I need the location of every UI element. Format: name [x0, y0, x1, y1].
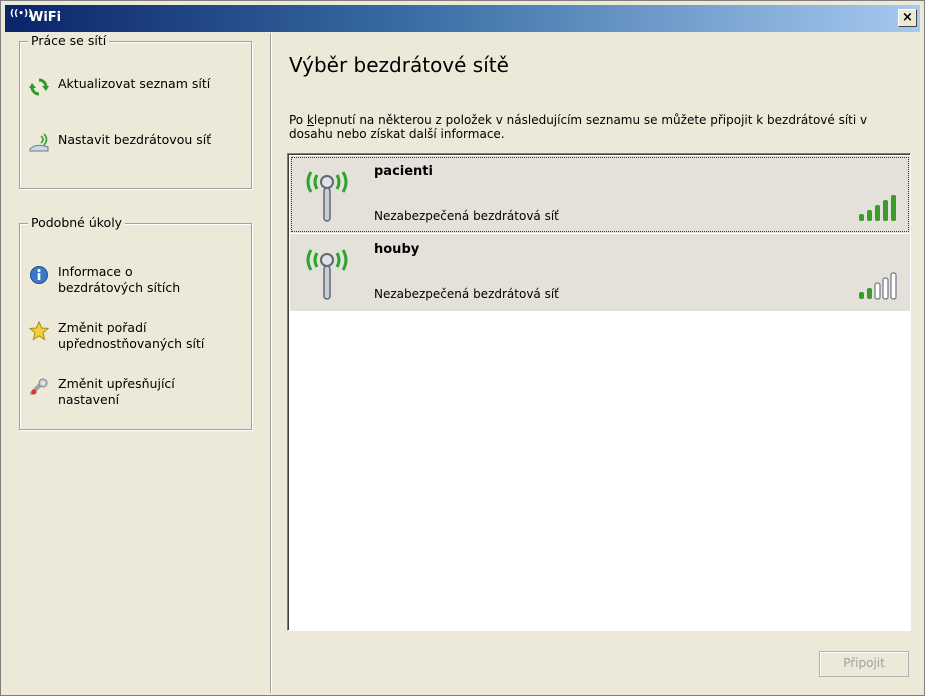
instructions-text: Po klepnutí na některou z položek v násl…: [289, 113, 909, 141]
signal-strength-icon: [859, 195, 896, 221]
refresh-network-list-label: Aktualizovat seznam sítí: [58, 76, 211, 91]
wifi-window: ((•)) WiFi × Práce se sítí Aktualizovat …: [0, 0, 925, 696]
title-bar[interactable]: ((•)) WiFi ×: [5, 5, 920, 32]
wireless-info-label-line2: bezdrátových sítích: [58, 280, 181, 295]
change-preferred-order-label-line2: upřednostňovaných sítí: [58, 336, 205, 351]
related-tasks-title: Podobné úkoly: [28, 215, 126, 230]
network-tasks-group: Práce se sítí Aktualizovat seznam sítí N…: [19, 33, 252, 189]
instructions-rest: lepnutí na některou z položek v následuj…: [289, 113, 868, 141]
pane-divider: [270, 33, 272, 693]
setup-wireless-network-label: Nastavit bezdrátovou síť: [58, 132, 212, 147]
network-list[interactable]: pacienti Nezabezpečená bezdrátová síť ho…: [287, 153, 911, 631]
connect-button[interactable]: Připojit: [819, 651, 909, 677]
related-tasks-group: Podobné úkoly Informace o bezdrátových s…: [19, 215, 252, 430]
network-item-houby[interactable]: houby Nezabezpečená bezdrátová síť: [290, 234, 910, 311]
network-security-status: Nezabezpečená bezdrátová síť: [374, 287, 559, 301]
signal-strength-icon: [859, 272, 897, 300]
window-title: WiFi: [29, 10, 62, 25]
wireless-setup-icon: [28, 132, 50, 154]
change-advanced-settings-task[interactable]: Změnit upřesňující nastavení: [28, 376, 175, 408]
star-icon: [28, 320, 50, 342]
change-advanced-settings-label-line1: Změnit upřesňující: [58, 376, 175, 391]
network-name: pacienti: [374, 164, 433, 179]
change-advanced-settings-label-line2: nastavení: [58, 392, 120, 407]
instructions-access-key: k: [306, 113, 314, 127]
wireless-antenna-icon: [306, 249, 348, 300]
wireless-info-task[interactable]: Informace o bezdrátových sítích: [28, 264, 180, 296]
network-security-status: Nezabezpečená bezdrátová síť: [374, 209, 559, 223]
network-tasks-title: Práce se sítí: [28, 33, 110, 48]
page-title: Výběr bezdrátové sítě: [289, 53, 509, 77]
wireless-info-label-line1: Informace o: [58, 264, 133, 279]
network-name: houby: [374, 242, 420, 257]
change-preferred-order-task[interactable]: Změnit pořadí upřednostňovaných sítí: [28, 320, 204, 352]
change-preferred-order-label-line1: Změnit pořadí: [58, 320, 147, 335]
wireless-antenna-icon: [306, 171, 348, 222]
settings-icon: [28, 376, 50, 398]
refresh-network-list-task[interactable]: Aktualizovat seznam sítí: [28, 76, 210, 98]
setup-wireless-network-task[interactable]: Nastavit bezdrátovou síť: [28, 132, 211, 154]
network-item-pacienti[interactable]: pacienti Nezabezpečená bezdrátová síť: [290, 156, 910, 233]
instructions-prefix: Po: [289, 113, 307, 127]
refresh-icon: [28, 76, 50, 98]
close-button[interactable]: ×: [898, 9, 917, 27]
info-icon: [28, 264, 50, 286]
